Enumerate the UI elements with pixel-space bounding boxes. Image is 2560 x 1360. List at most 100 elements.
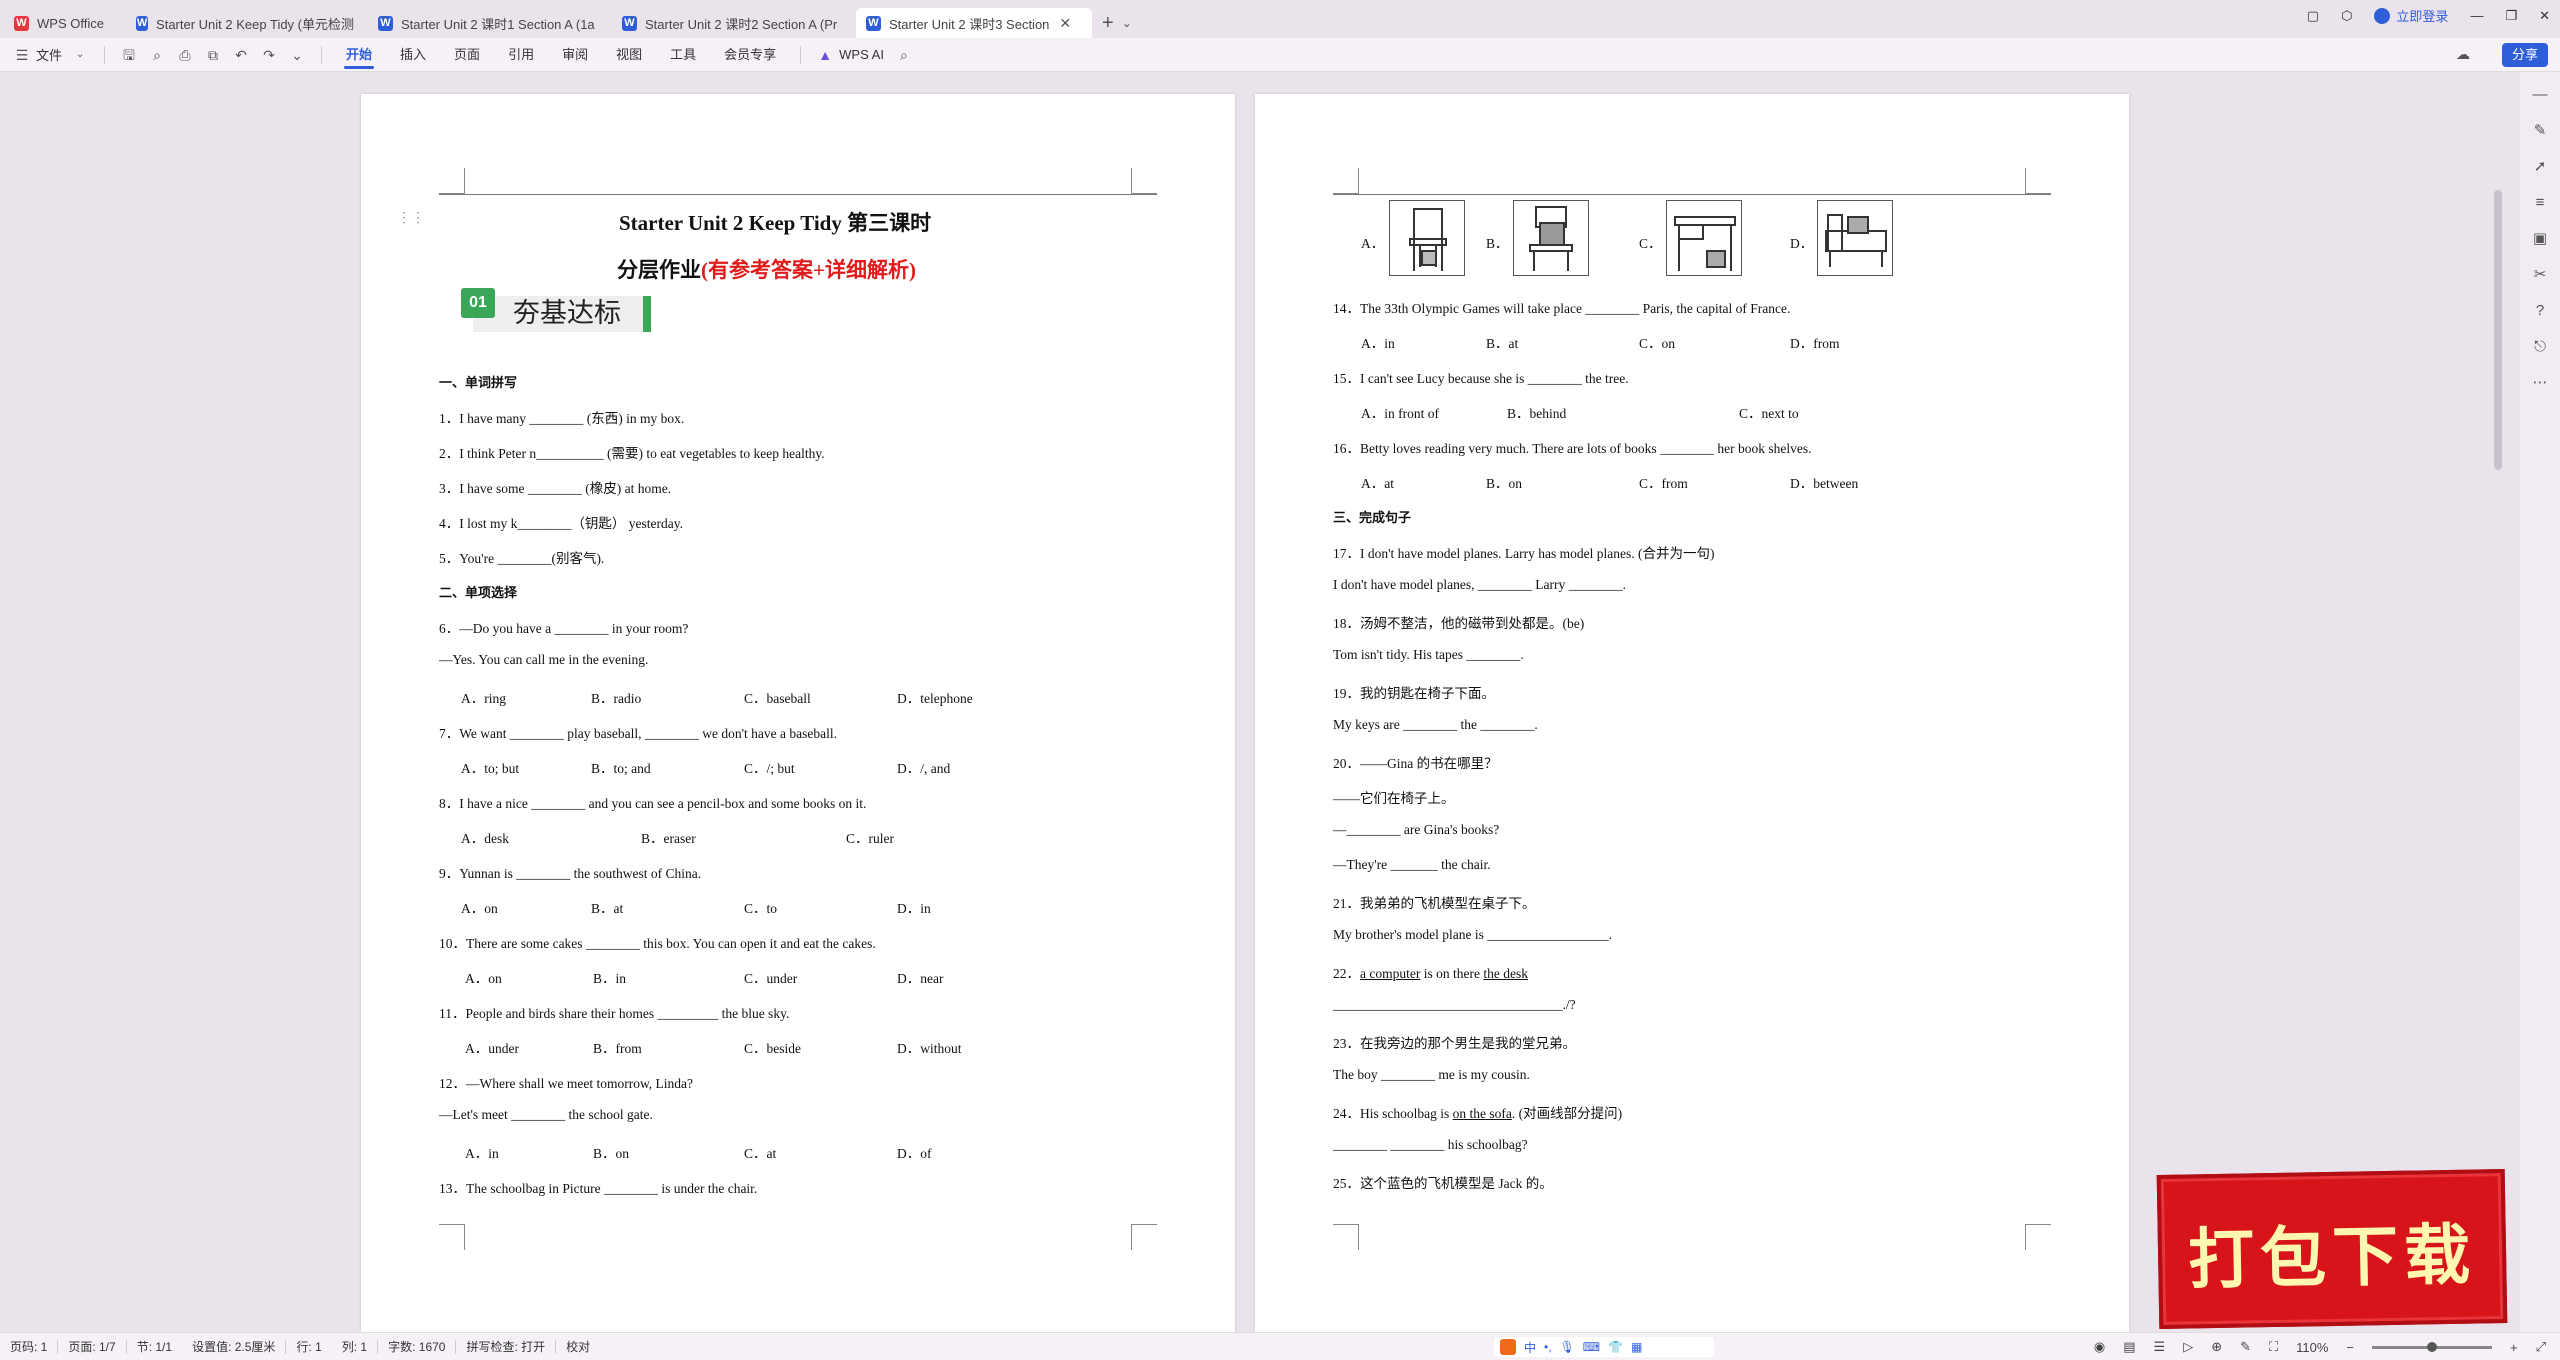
save-icon[interactable]: 🖫 (121, 47, 137, 63)
tab-tools[interactable]: 工具 (656, 38, 710, 72)
divider (104, 45, 106, 64)
page-2[interactable]: A． B． C． D． 14．The 33th Olympic Games wi… (1255, 94, 2129, 1334)
pen-icon[interactable]: ✎ (2531, 122, 2549, 140)
option: D．from (1790, 336, 1840, 351)
tab-document[interactable]: W Starter Unit 2 Keep Tidy (单元检测 (126, 8, 364, 38)
image-icon[interactable]: ▣ (2531, 230, 2549, 248)
drag-handle-icon[interactable]: ⋮⋮ (397, 210, 425, 227)
question-20-hint: ——它们在椅子上。 (1333, 791, 1455, 806)
question-24-blank: ________ ________ his schoolbag? (1333, 1137, 1528, 1152)
zoom-slider[interactable] (2372, 1341, 2492, 1352)
menu-icon[interactable]: ☰ (14, 47, 30, 63)
question-2: 2．I think Peter n__________ (需要) to eat … (439, 446, 825, 461)
divider (321, 45, 323, 64)
outline-view-icon[interactable]: ☰ (2154, 1339, 2166, 1355)
download-stamp-banner[interactable]: 打包下载 (2156, 1168, 2508, 1330)
print-preview-icon[interactable]: ⧉ (205, 47, 221, 63)
tab-home[interactable]: 开始 (332, 38, 386, 72)
status-col[interactable]: 列: 1 (332, 1338, 377, 1355)
page-view-icon[interactable]: ▤ (2123, 1339, 2135, 1355)
status-row[interactable]: 行: 1 (286, 1338, 331, 1355)
minimize-icon[interactable]: — (2470, 8, 2483, 23)
more-chevron-icon[interactable]: ⌄ (289, 47, 305, 63)
undo-icon[interactable]: ↶ (233, 47, 249, 63)
status-spell-check[interactable]: 拼写检查: 打开 (456, 1338, 555, 1355)
more-icon[interactable]: ⋯ (2531, 374, 2549, 392)
option: C．to (744, 901, 778, 916)
fullscreen-icon[interactable]: ⤢ (2536, 1339, 2546, 1355)
zoom-slider-thumb[interactable] (2427, 1341, 2437, 1352)
close-window-icon[interactable]: ✕ (2539, 8, 2550, 24)
skin-icon: 👕 (1608, 1340, 1624, 1354)
adjust-icon[interactable]: ≡ (2531, 194, 2549, 212)
option: B．to; and (591, 761, 651, 776)
pen-mode-icon[interactable]: ✎ (2240, 1339, 2251, 1355)
cloud-icon[interactable]: ☁ (2456, 46, 2470, 63)
search-icon[interactable]: ⌕ (896, 47, 912, 63)
zoom-out-icon[interactable]: − (2346, 1340, 2354, 1355)
option: C．ruler (846, 831, 894, 846)
chevron-down-icon[interactable]: ⌄ (72, 47, 88, 63)
zoom-in-icon[interactable]: + (2510, 1340, 2518, 1355)
option: C．under (744, 971, 798, 986)
tab-view[interactable]: 视图 (602, 38, 656, 72)
option: D．of (897, 1146, 932, 1161)
play-icon[interactable]: ▷ (2183, 1339, 2193, 1355)
ime-toolbar[interactable]: 中 •, 🎙 ⌨ 👕 ▦ (1494, 1337, 1714, 1357)
find-icon[interactable]: ⌕ (149, 47, 165, 63)
status-right-controls: ◉ ▤ ☰ ▷ ⊕ ✎ ⛶ 110% − + ⤢ (2094, 1333, 2546, 1360)
select-icon[interactable]: ➚ (2531, 158, 2549, 176)
tab-references[interactable]: 引用 (494, 38, 548, 72)
share-button[interactable]: 分享 (2501, 43, 2548, 67)
tab-member[interactable]: 会员专享 (710, 38, 790, 72)
help-icon[interactable]: ? (2531, 302, 2549, 320)
tab-page[interactable]: 页面 (440, 38, 494, 72)
new-tab-button[interactable]: + (1102, 8, 1114, 38)
status-setting[interactable]: 设置值: 2.5厘米 (182, 1338, 285, 1355)
status-pages[interactable]: 页面: 1/7 (58, 1338, 125, 1355)
tools-icon[interactable]: ✂ (2531, 266, 2549, 284)
cube-icon[interactable]: ⬡ (2341, 8, 2352, 24)
chevron-down-icon[interactable]: ⌄ (1122, 8, 1132, 38)
tab-document-active[interactable]: W Starter Unit 2 课时3 Section ✕ (856, 8, 1092, 38)
document-area[interactable]: ⋮⋮ Starter Unit 2 Keep Tidy 第三课时 分层作业(有参… (0, 72, 2520, 1334)
option: A．ring (461, 691, 506, 706)
question-22-number: 22． (1333, 966, 1360, 981)
option: C．next to (1739, 406, 1799, 421)
question-17: 17．I don't have model planes. Larry has … (1333, 546, 1715, 561)
question-7: 7．We want ________ play baseball, ______… (439, 726, 837, 741)
tab-document[interactable]: W Starter Unit 2 课时2 Section A (Pr (612, 8, 852, 38)
tab-review[interactable]: 审阅 (548, 38, 602, 72)
wps-ai-button[interactable]: WPS AI (839, 47, 884, 62)
redo-icon[interactable]: ↷ (261, 47, 277, 63)
eye-icon[interactable]: ◉ (2094, 1339, 2105, 1355)
share-icon[interactable]: ⎋ (2531, 338, 2549, 356)
status-page-number[interactable]: 页码: 1 (0, 1338, 57, 1355)
status-section[interactable]: 节: 1/1 (127, 1338, 182, 1355)
close-icon[interactable]: ✕ (1059, 15, 1071, 32)
zoom-level[interactable]: 110% (2296, 1340, 2328, 1355)
vertical-scrollbar[interactable] (2494, 190, 2502, 470)
tab-label: WPS Office (37, 15, 104, 31)
status-word-count[interactable]: 字数: 1670 (378, 1338, 455, 1355)
print-icon[interactable]: ⎙ (177, 47, 193, 63)
option: A．under (465, 1041, 519, 1056)
option: A．in front of (1361, 406, 1439, 421)
margin-corner-mark (1131, 168, 1157, 194)
status-proof[interactable]: 校对 (556, 1338, 600, 1355)
page-1[interactable]: ⋮⋮ Starter Unit 2 Keep Tidy 第三课时 分层作业(有参… (361, 94, 1235, 1334)
restore-icon[interactable]: ❐ (2505, 8, 2517, 24)
tab-insert[interactable]: 插入 (386, 38, 440, 72)
question-25: 25．这个蓝色的飞机模型是 Jack 的。 (1333, 1176, 1553, 1191)
file-menu[interactable]: 文件 (36, 45, 62, 64)
tab-wps-home[interactable]: W WPS Office (4, 8, 122, 38)
login-button[interactable]: 立即登录 (2374, 6, 2448, 25)
tab-document[interactable]: W Starter Unit 2 课时1 Section A (1a (368, 8, 608, 38)
layout-icon[interactable]: ▢ (2307, 8, 2319, 24)
minus-icon[interactable]: — (2531, 86, 2549, 104)
option: A．to; but (461, 761, 520, 776)
web-view-icon[interactable]: ⊕ (2211, 1339, 2222, 1355)
question-10: 10．There are some cakes ________ this bo… (439, 936, 876, 951)
fit-icon[interactable]: ⛶ (2269, 1339, 2278, 1355)
word-doc-icon: W (378, 15, 393, 31)
